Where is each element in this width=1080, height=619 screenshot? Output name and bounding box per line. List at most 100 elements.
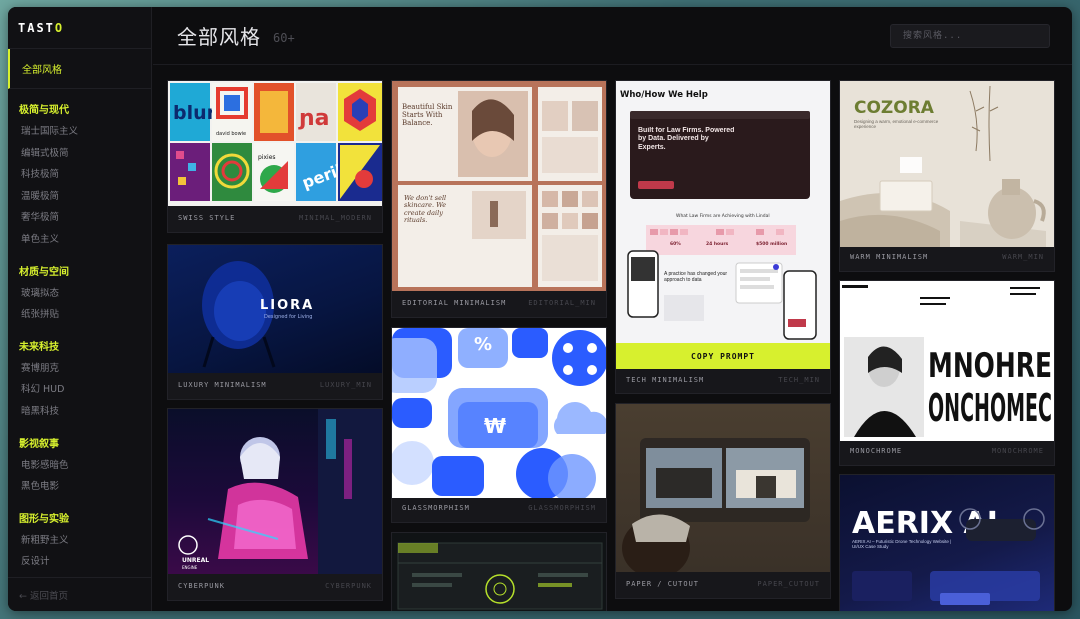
sidebar: TAST O 全部风格 极简与现代瑞士国际主义 编辑式极简 科技极简 温暖极简 奢华极简单… [8, 7, 152, 611]
nav-item[interactable]: 科技极简 [19, 164, 151, 186]
svg-text:ɲa: ɲa [298, 106, 330, 131]
card-warm-minimalism[interactable]: COZORA Designing a warm, emotional e-com… [839, 80, 1055, 272]
caption-swiss: SWISS STYLE MINIMAL_MODERN [168, 204, 382, 232]
nav-group-title: 材质与空间 [19, 266, 69, 278]
card-tag: EDITORIAL_MIN [528, 299, 596, 307]
card-aerix[interactable]: AERIX AI AERIX AI – Futuristic Drone Tec… [839, 474, 1055, 611]
nav-item[interactable]: 暗黑科技 [19, 401, 151, 423]
nav-item[interactable]: 单色主义 [19, 229, 151, 251]
search-input[interactable] [890, 24, 1050, 48]
card-paper-cutout[interactable]: PAPER / CUTOUT PAPER_CUTOUT [615, 403, 831, 599]
glass-shapes: % ₩ [392, 328, 606, 498]
thumb-glass: % ₩ [392, 328, 606, 498]
nav-item[interactable]: 电影感暗色 [19, 455, 151, 477]
mono-big-text-1: MNOHRE [928, 346, 1052, 386]
nav-item[interactable]: 瑞士国际主义 [19, 121, 151, 143]
card-name: MONOCHROME [850, 447, 903, 455]
nav-item[interactable]: 反设计 [19, 551, 151, 573]
nav-item[interactable]: 编辑式极简 [19, 143, 151, 165]
card-swiss-style[interactable]: blur david bowie ɲa pixies peril SWISS S… [167, 80, 383, 233]
card-tag: MONOCHROME [991, 447, 1044, 455]
back-home-link[interactable]: ← 返回首页 [8, 577, 152, 611]
tech-stats-grid: 60% 24 hours $500 million [646, 225, 796, 255]
logo-accent: O [54, 20, 65, 35]
editorial-layout: Beautiful Skin Starts With Balance. We d… [398, 87, 602, 287]
nav-groups: 极简与现代瑞士国际主义 编辑式极简 科技极简 温暖极简 奢华极简 单色主义材质与空间玻璃拟… [8, 101, 151, 573]
swiss-word-blur: blur [173, 102, 217, 124]
card-name: EDITORIAL MINIMALISM [402, 299, 507, 307]
tech-stat-3: $500 million [756, 241, 787, 247]
editorial-subheadline: We don't sell skincare. We create daily … [404, 195, 447, 225]
card-scifi-hud[interactable] [391, 532, 607, 611]
style-count: 60+ [273, 30, 295, 45]
card-tag: CYBERPUNK [325, 582, 372, 590]
nav-item[interactable]: 新粗野主义 [19, 530, 151, 552]
nav-group: 影视叙事电影感暗色 黑色电影 [8, 435, 151, 498]
tech-card-text: A practice has changed your approach to … [664, 271, 728, 283]
tech-section-title: What Law Firms are Achieving with Lindal [676, 213, 770, 219]
caption-luxury: LUXURY MINIMALISM LUXURY_MIN [168, 371, 382, 399]
page-title: 全部风格 [177, 25, 261, 49]
glass-won-symbol: ₩ [484, 414, 506, 438]
warm-brand: COZORA [854, 98, 935, 118]
thumb-paper [616, 404, 830, 572]
nav-all-styles[interactable]: 全部风格 [8, 49, 151, 89]
nav-item[interactable]: 赛博朋克 [19, 358, 151, 380]
nav-group-title: 未来科技 [19, 341, 59, 353]
card-name: SWISS STYLE [178, 214, 236, 222]
thumb-hud [392, 533, 606, 611]
nav-item[interactable]: 奢华极简 [19, 207, 151, 229]
luxury-chair: LIORA Designed for Living [202, 261, 314, 368]
card-name: PAPER / CUTOUT [626, 580, 700, 588]
nav-item[interactable]: 黑色电影 [19, 476, 151, 498]
card-tag: MINIMAL_MODERN [298, 214, 372, 222]
thumb-tech: Who/How We Help Built for Law Firms. Pow… [616, 81, 830, 343]
logo[interactable]: TAST O [8, 7, 151, 49]
tech-stat-1: 60% [670, 241, 681, 247]
tech-layout: Who/How We Help Built for Law Firms. Pow… [620, 90, 817, 340]
card-monochrome[interactable]: MNOHRE ONCHOMEC MONOCHROME MONOCHROME [839, 280, 1055, 466]
card-editorial-minimalism[interactable]: Beautiful Skin Starts With Balance. We d… [391, 80, 607, 318]
nav-group: 极简与现代瑞士国际主义 编辑式极简 科技极简 温暖极简 奢华极简 单色主义 [8, 101, 151, 251]
swiss-collage: blur david bowie ɲa pixies peril [170, 83, 382, 201]
card-name: WARM MINIMALISM [850, 253, 929, 261]
swiss-word-bowie: david bowie [216, 131, 246, 137]
card-tech-minimalism[interactable]: Who/How We Help Built for Law Firms. Pow… [615, 80, 831, 394]
tech-stat-2: 24 hours [706, 241, 729, 247]
card-tag: WARM_MIN [1002, 253, 1044, 261]
card-cyberpunk[interactable]: UNREAL ENGINE CYBERPUNK CYBERPUNK [167, 408, 383, 601]
cyberpunk-scene: UNREAL ENGINE [178, 409, 382, 574]
card-glassmorphism[interactable]: % ₩ GLASSMORPHISM GLASSMORPHISM [391, 327, 607, 523]
card-name: GLASSMORPHISM [402, 504, 470, 512]
caption-mono: MONOCHROME MONOCHROME [840, 437, 1054, 465]
caption-tech: TECH MINIMALISM TECH_MIN [616, 367, 830, 393]
thumb-cyberpunk: UNREAL ENGINE [168, 409, 382, 574]
thumb-editorial: Beautiful Skin Starts With Balance. We d… [392, 81, 606, 291]
cyberpunk-engine-2: ENGINE [182, 565, 198, 570]
paper-scene [622, 438, 810, 572]
thumb-mono: MNOHRE ONCHOMEC [840, 281, 1054, 441]
caption-warm: WARM MINIMALISM WARM_MIN [840, 243, 1054, 271]
card-luxury-minimalism[interactable]: LIORA Designed for Living LUXURY MINIMAL… [167, 244, 383, 400]
nav-item[interactable]: 玻璃拟态 [19, 283, 151, 305]
nav-group: 图形与实验 新粗野主义 反设计 [8, 510, 151, 573]
card-name: CYBERPUNK [178, 582, 225, 590]
nav-item[interactable]: 科幻 HUD [19, 379, 151, 401]
card-tag: PAPER_CUTOUT [757, 580, 820, 588]
editorial-headline: Beautiful Skin Starts With Balance. [402, 103, 453, 128]
warm-scene: COZORA Designing a warm, emotional e-com… [840, 85, 1046, 247]
aerix-scene: AERIX AI AERIX AI – Futuristic Drone Tec… [852, 506, 1045, 605]
luxury-brand: LIORA [260, 298, 314, 313]
swiss-word-pixies: pixies [258, 154, 276, 161]
cyberpunk-engine-1: UNREAL [182, 557, 209, 564]
app-window: TAST O 全部风格 极简与现代瑞士国际主义 编辑式极简 科技极简 温暖极简 奢华极简单… [8, 7, 1072, 611]
nav-group-title: 影视叙事 [19, 438, 59, 450]
thumb-warm: COZORA Designing a warm, emotional e-com… [840, 81, 1054, 247]
card-tag: GLASSMORPHISM [528, 504, 596, 512]
copy-prompt-button[interactable]: COPY PROMPT [616, 343, 830, 369]
nav-item[interactable]: 纸张拼贴 [19, 304, 151, 326]
caption-cyberpunk: CYBERPUNK CYBERPUNK [168, 572, 382, 600]
nav-group-title: 极简与现代 [19, 105, 69, 116]
thumb-swiss: blur david bowie ɲa pixies peril [168, 81, 382, 206]
nav-item[interactable]: 温暖极简 [19, 186, 151, 208]
